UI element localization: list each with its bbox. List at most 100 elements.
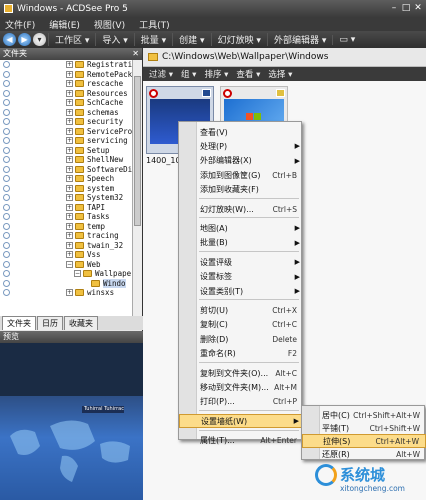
- toolbar-workspace[interactable]: 工作区 ▾: [48, 33, 95, 46]
- radio-icon[interactable]: [3, 156, 10, 163]
- expand-toggle-icon[interactable]: +: [66, 203, 73, 211]
- radio-icon[interactable]: [3, 80, 10, 87]
- tree-item[interactable]: + temp: [0, 222, 132, 232]
- radio-icon[interactable]: [3, 127, 10, 135]
- tree-item[interactable]: − Web: [0, 260, 132, 270]
- expand-toggle-icon[interactable]: +: [66, 99, 73, 106]
- context-menu-item[interactable]: 属性(T)... Alt+Enter: [179, 434, 303, 448]
- tree-item[interactable]: + schemas: [0, 108, 132, 118]
- tree-item[interactable]: + servicing: [0, 136, 132, 146]
- expand-toggle-icon[interactable]: +: [66, 222, 73, 230]
- tree-item[interactable]: + Tasks: [0, 212, 132, 222]
- context-menu-item[interactable]: 复制到文件夹(O)... Alt+C: [179, 366, 303, 380]
- tree-item[interactable]: + TAPI: [0, 203, 132, 213]
- page-icon[interactable]: ▭ ▾: [332, 34, 361, 45]
- expand-toggle-icon[interactable]: +: [66, 165, 73, 173]
- tree-item[interactable]: + System32: [0, 193, 132, 203]
- toolbar-import[interactable]: 导入 ▾: [95, 33, 133, 46]
- tree-item[interactable]: + twain_32: [0, 241, 132, 251]
- menu-file[interactable]: 文件(F): [5, 18, 35, 31]
- wallpaper-option[interactable]: 居中(C) Ctrl+Shift+Alt+W: [302, 408, 426, 422]
- expand-toggle-icon[interactable]: +: [66, 146, 73, 154]
- radio-icon[interactable]: [3, 175, 10, 182]
- tree-item[interactable]: + Registration: [0, 60, 132, 70]
- dropdown-icon[interactable]: ▾: [33, 33, 46, 46]
- context-menu-item[interactable]: 剪切(U) Ctrl+X: [179, 303, 303, 317]
- view-button[interactable]: 查看 ▾: [236, 68, 260, 80]
- close-icon[interactable]: ✕: [412, 2, 424, 14]
- back-icon[interactable]: ◀: [3, 33, 16, 46]
- radio-icon[interactable]: [3, 184, 10, 192]
- radio-icon[interactable]: [3, 289, 10, 296]
- radio-icon[interactable]: [3, 165, 10, 173]
- radio-icon[interactable]: [3, 203, 10, 211]
- context-menu-item[interactable]: 设置评级 ▶: [179, 255, 303, 269]
- tree-item[interactable]: + Resources: [0, 89, 132, 99]
- radio-icon[interactable]: [3, 99, 10, 106]
- radio-icon[interactable]: [3, 89, 10, 97]
- tree-item[interactable]: + winsxs: [0, 288, 132, 298]
- radio-icon[interactable]: [3, 118, 10, 125]
- expand-toggle-icon[interactable]: +: [66, 127, 73, 135]
- expand-toggle-icon[interactable]: +: [66, 137, 73, 144]
- radio-icon[interactable]: [3, 61, 10, 68]
- expand-toggle-icon[interactable]: +: [66, 289, 73, 296]
- wallpaper-option[interactable]: 拉伸(S) Ctrl+Alt+W: [302, 434, 426, 448]
- tree-scrollbar[interactable]: [132, 60, 142, 316]
- group-button[interactable]: 组 ▾: [181, 68, 196, 80]
- radio-icon[interactable]: [3, 251, 10, 258]
- minimize-icon[interactable]: –: [388, 2, 400, 14]
- expand-toggle-icon[interactable]: +: [66, 118, 73, 125]
- expand-toggle-icon[interactable]: +: [66, 194, 73, 201]
- context-menu-item[interactable]: 删除(D) Delete: [179, 332, 303, 346]
- tree-item[interactable]: − Wallpaper: [0, 269, 132, 279]
- tree-item[interactable]: + ServiceProfi: [0, 127, 132, 137]
- context-menu-item[interactable]: 设置类别(T) ▶: [179, 284, 303, 298]
- tree-item[interactable]: + Speech: [0, 174, 132, 184]
- toolbar-create[interactable]: 创建 ▾: [172, 33, 210, 46]
- expand-toggle-icon[interactable]: +: [66, 175, 73, 182]
- radio-icon[interactable]: [3, 146, 10, 154]
- expand-toggle-icon[interactable]: +: [66, 70, 73, 78]
- expand-toggle-icon[interactable]: −: [66, 260, 73, 268]
- expand-toggle-icon[interactable]: +: [66, 184, 73, 192]
- tab-calendar[interactable]: 日历: [37, 316, 63, 330]
- context-menu-item[interactable]: 添加到图像筐(G) Ctrl+B: [179, 168, 303, 182]
- radio-icon[interactable]: [3, 213, 10, 220]
- expand-toggle-icon[interactable]: +: [66, 108, 73, 116]
- tab-folders[interactable]: 文件夹: [2, 316, 36, 330]
- context-menu-item[interactable]: 添加到收藏夹(F): [179, 183, 303, 197]
- radio-icon[interactable]: [3, 108, 10, 116]
- expand-toggle-icon[interactable]: +: [66, 80, 73, 87]
- sort-button[interactable]: 排序 ▾: [204, 68, 228, 80]
- tree-item[interactable]: + SoftwareDist: [0, 165, 132, 175]
- tree-item[interactable]: + Setup: [0, 146, 132, 156]
- expand-toggle-icon[interactable]: +: [66, 61, 73, 68]
- context-menu-item[interactable]: 地图(A) ▶: [179, 221, 303, 235]
- radio-icon[interactable]: [3, 279, 10, 287]
- tree-item[interactable]: + security: [0, 117, 132, 127]
- toolbar-external-editor[interactable]: 外部编辑器 ▾: [266, 33, 332, 46]
- path-text[interactable]: C:\Windows\Web\Wallpaper\Windows: [162, 52, 328, 62]
- context-menu-item[interactable]: 批量(B) ▶: [179, 236, 303, 250]
- toolbar-batch[interactable]: 批量 ▾: [133, 33, 172, 46]
- radio-icon[interactable]: [3, 194, 10, 201]
- context-menu-item[interactable]: 查看(V): [179, 125, 303, 139]
- expand-toggle-icon[interactable]: +: [66, 89, 73, 97]
- context-menu-item[interactable]: 幻灯放映(W)... Ctrl+S: [179, 202, 303, 216]
- scrollbar-thumb[interactable]: [134, 76, 141, 226]
- forward-icon[interactable]: ▶: [18, 33, 31, 46]
- select-button[interactable]: 选择 ▾: [268, 68, 292, 80]
- filter-button[interactable]: 过滤 ▾: [149, 68, 173, 80]
- expand-toggle-icon[interactable]: +: [66, 232, 73, 239]
- expand-toggle-icon[interactable]: +: [66, 251, 73, 258]
- tree-item[interactable]: + system: [0, 184, 132, 194]
- maximize-icon[interactable]: □: [400, 2, 412, 14]
- context-menu-item[interactable]: 设置标签 ▶: [179, 270, 303, 284]
- tree-item[interactable]: + Vss: [0, 250, 132, 260]
- tab-favorites[interactable]: 收藏夹: [64, 316, 98, 330]
- radio-icon[interactable]: [3, 137, 10, 144]
- wallpaper-option[interactable]: 平铺(T) Ctrl+Shift+W: [302, 421, 426, 435]
- radio-icon[interactable]: [3, 270, 10, 277]
- expand-toggle-icon[interactable]: +: [66, 213, 73, 220]
